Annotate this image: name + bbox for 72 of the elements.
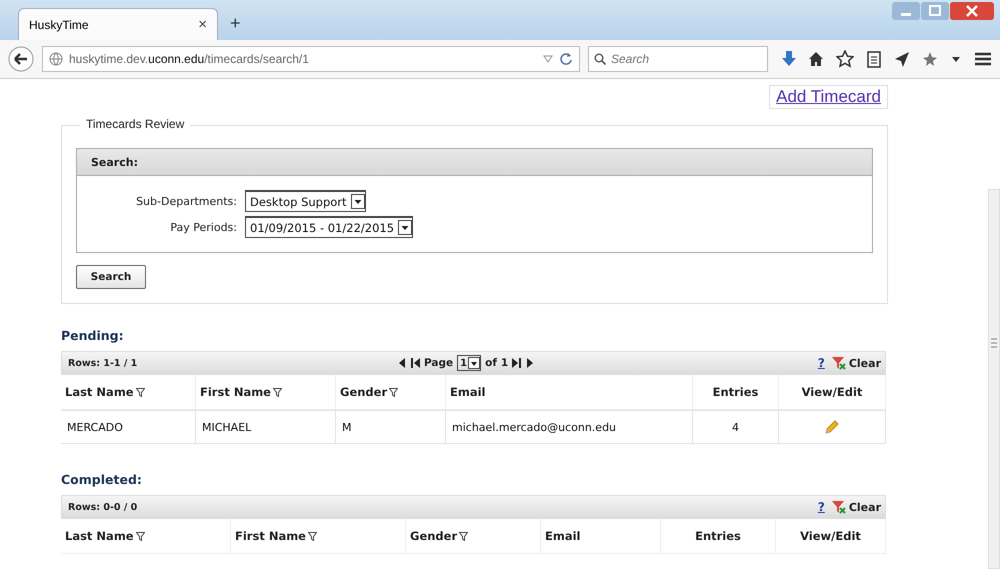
first-page-icon[interactable] (410, 358, 420, 368)
column-header[interactable]: First Name (200, 385, 282, 399)
table-cell: michael.mercado@uconn.edu (452, 420, 616, 434)
filter-icon[interactable] (136, 388, 145, 396)
dropdown-field[interactable]: Desktop Support (245, 190, 366, 212)
globe-icon (49, 52, 63, 66)
section-title: Pending: (61, 328, 125, 343)
page-label: of (485, 357, 497, 369)
back-button[interactable] (8, 46, 34, 72)
dropdown-field[interactable]: 01/09/2015 - 01/22/2015 (245, 216, 414, 238)
column-header[interactable]: Gender (410, 529, 468, 543)
column-header[interactable]: Entries (712, 385, 758, 399)
page-label: Page (424, 357, 454, 369)
close-window-button[interactable] (950, 2, 994, 20)
search-icon (594, 53, 606, 65)
download-icon[interactable] (782, 51, 796, 67)
search-field[interactable]: Search (588, 46, 768, 72)
dropdown-icon (543, 54, 553, 64)
table-cell: MICHAEL (202, 420, 252, 434)
clipboard-icon[interactable] (866, 50, 882, 68)
dropdown-icon[interactable] (350, 194, 365, 209)
new-tab-button[interactable]: + (226, 13, 245, 34)
filter-icon[interactable] (389, 388, 398, 396)
column-header[interactable]: Email (450, 385, 486, 399)
star-icon[interactable] (836, 50, 854, 68)
section-title: Completed: (61, 472, 143, 487)
clear-filters-button[interactable]: Clear (830, 356, 881, 370)
field-label: Sub-Departments: (136, 194, 237, 208)
column-header[interactable]: Entries (695, 529, 741, 543)
row-count: Rows: 1-1 / 1 (68, 358, 138, 368)
close-tab-button[interactable]: × (198, 16, 207, 33)
last-page-icon[interactable] (512, 358, 522, 368)
clear-filters-button[interactable]: Clear (830, 500, 881, 514)
filter-clear-icon (830, 500, 847, 514)
filter-icon[interactable] (459, 532, 468, 540)
search-button[interactable]: Search (76, 265, 146, 289)
address-bar[interactable]: huskytime.dev.uconn.edu/timecards/search/1 (42, 46, 580, 72)
filter-icon[interactable] (272, 388, 282, 396)
help-link[interactable]: ? (818, 356, 825, 370)
table-cell: M (342, 420, 352, 434)
browser-tab[interactable]: HuskyTime × (18, 8, 218, 40)
dropdown-icon (468, 357, 480, 369)
tab-title: HuskyTime (29, 18, 90, 32)
filter-clear-icon (830, 356, 847, 370)
add-timecard-link[interactable]: Add Timecard (769, 85, 888, 109)
next-page-icon[interactable] (526, 358, 534, 368)
menu-icon[interactable] (974, 51, 992, 67)
table-cell: 4 (732, 420, 739, 434)
home-icon[interactable] (808, 51, 824, 67)
filter-icon[interactable] (136, 532, 145, 540)
previous-page-icon[interactable] (398, 358, 406, 368)
send-icon[interactable] (894, 51, 910, 67)
panel-title: Timecards Review (80, 117, 190, 131)
url-text: huskytime.dev.uconn.edu/timecards/search/1 (69, 52, 310, 66)
field-label: Pay Periods: (170, 220, 237, 234)
pencil-icon[interactable] (824, 419, 840, 435)
filter-icon[interactable] (308, 532, 317, 540)
column-header[interactable]: View/Edit (800, 529, 861, 543)
reload-icon[interactable] (559, 52, 573, 66)
section-header: Search: (91, 156, 138, 168)
column-header[interactable]: Last Name (65, 385, 145, 399)
column-header[interactable]: Email (545, 529, 580, 543)
column-header[interactable]: Gender (340, 385, 398, 399)
column-header[interactable]: Last Name (65, 529, 145, 543)
page-select[interactable]: 1 (457, 355, 482, 371)
page-total: 1 (500, 357, 508, 369)
column-header[interactable]: First Name (235, 529, 317, 543)
help-link[interactable]: ? (818, 500, 825, 514)
dropdown-icon[interactable] (398, 220, 412, 235)
row-count: Rows: 0-0 / 0 (68, 502, 138, 512)
table-cell: MERCADO (67, 420, 123, 434)
column-header[interactable]: View/Edit (802, 385, 862, 399)
